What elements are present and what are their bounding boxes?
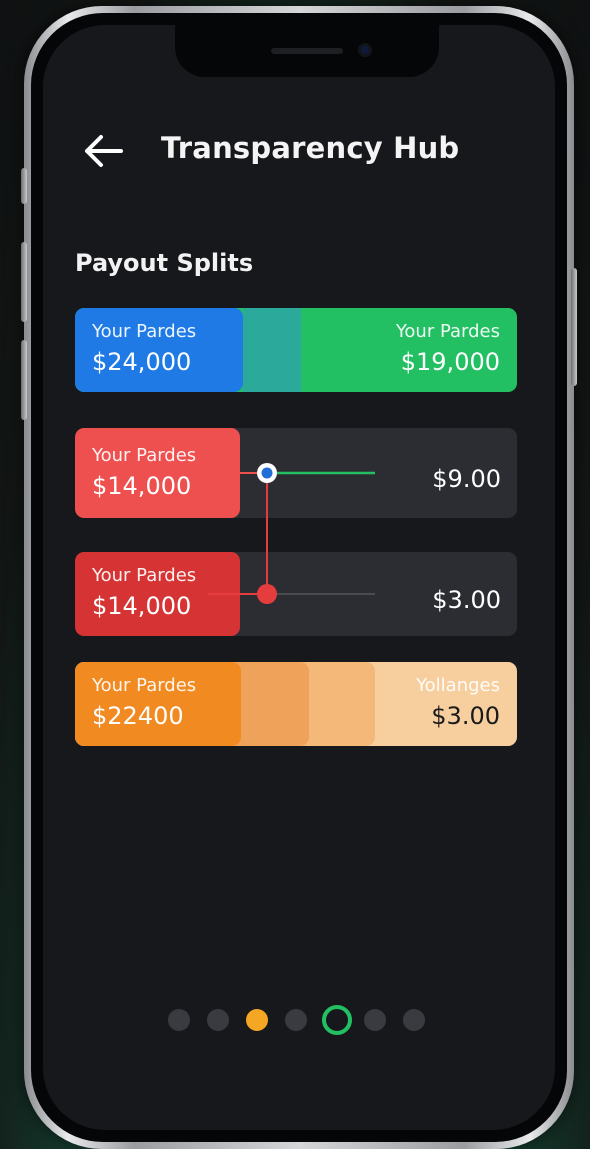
section-title: Payout Splits: [75, 249, 254, 277]
right-amount: $19,000: [400, 348, 500, 376]
speaker-grille: [271, 48, 343, 54]
page-dot-5-ring[interactable]: [322, 1005, 352, 1035]
page-title: Transparency Hub: [161, 131, 460, 165]
front-camera: [358, 43, 372, 57]
slider-thumb-blue[interactable]: [257, 463, 277, 483]
left-amount: $24,000: [92, 348, 192, 376]
page-dot-7[interactable]: [403, 1009, 425, 1031]
left-label: Your Pardes: [92, 445, 197, 466]
payout-split-card-3[interactable]: Your Pardes $14,000 $3.00: [75, 552, 517, 636]
power-button: [571, 268, 577, 386]
right-amount: $3.00: [432, 586, 501, 614]
right-label: Your Pardes: [395, 321, 500, 342]
payout-split-card-4[interactable]: Your Pardes $22400 Yollanges $3.00: [75, 662, 517, 746]
volume-down-button: [21, 340, 27, 420]
left-amount: $14,000: [92, 472, 192, 500]
left-amount: $14,000: [92, 592, 192, 620]
notch: [175, 25, 439, 77]
right-amount: $3.00: [431, 702, 500, 730]
page-dot-2[interactable]: [207, 1009, 229, 1031]
left-label: Your Pardes: [92, 675, 197, 696]
silent-switch: [21, 168, 27, 204]
left-amount: $22400: [92, 702, 184, 730]
phone-frame: Transparency Hub Payout Splits Your Pard…: [21, 6, 577, 1149]
payout-split-card-2[interactable]: Your Pardes $14,000 $9.00: [75, 428, 517, 518]
phone-bezel: Transparency Hub Payout Splits Your Pard…: [31, 13, 567, 1142]
page-dot-6[interactable]: [364, 1009, 386, 1031]
left-label: Your Pardes: [92, 321, 197, 342]
slider-thumb-red[interactable]: [257, 584, 277, 604]
right-label: Yollanges: [416, 675, 500, 696]
page-dot-3-active[interactable]: [246, 1009, 268, 1031]
volume-up-button: [21, 242, 27, 322]
page-dot-4[interactable]: [285, 1009, 307, 1031]
page-dot-1[interactable]: [168, 1009, 190, 1031]
payout-split-card-1[interactable]: Your Pardes $24,000 Your Pardes $19,000: [75, 308, 517, 392]
left-label: Your Pardes: [92, 565, 197, 586]
screen: Transparency Hub Payout Splits Your Pard…: [43, 25, 555, 1130]
split-segment-teal: [243, 308, 301, 392]
arrow-left-icon[interactable]: [81, 133, 127, 169]
right-amount: $9.00: [432, 465, 501, 493]
